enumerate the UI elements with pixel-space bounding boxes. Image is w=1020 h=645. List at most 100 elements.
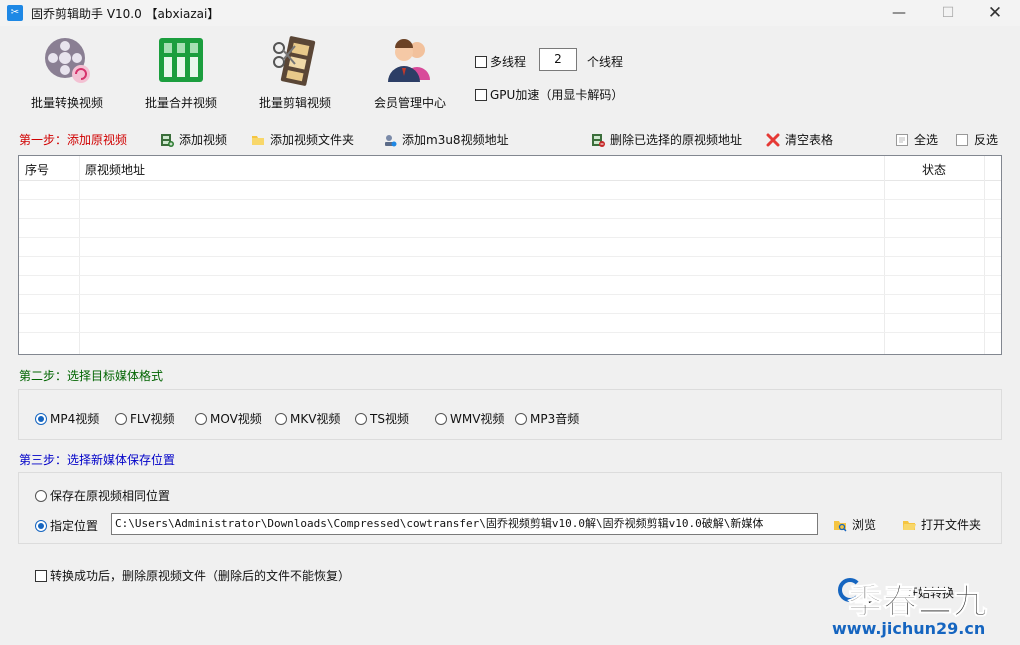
- add-video-icon: [160, 133, 174, 147]
- users-icon: [384, 34, 436, 86]
- app-logo-icon: ✂: [7, 5, 23, 21]
- table-row: [19, 332, 1001, 333]
- folder-add-icon: [251, 133, 265, 147]
- step2-label: 第二步：选择目标媒体格式: [19, 369, 164, 383]
- table-row: [19, 313, 1001, 314]
- open-folder-icon: [902, 518, 916, 532]
- page-icon: [895, 133, 909, 147]
- maximize-button[interactable]: ☐: [925, 0, 971, 26]
- format-mkv-radio[interactable]: [275, 412, 287, 425]
- delete-after-checkbox[interactable]: [35, 569, 47, 582]
- format-ts-option[interactable]: TS视频: [355, 410, 409, 427]
- table-row: [19, 294, 1001, 295]
- blank-page-icon: [955, 133, 969, 147]
- browse-folder-icon: [833, 518, 847, 532]
- format-wmv-label: WMV视频: [450, 412, 505, 426]
- minimize-button[interactable]: —: [876, 0, 922, 26]
- watermark-text: 季春二九: [848, 582, 988, 623]
- format-wmv-radio[interactable]: [435, 412, 447, 425]
- multithread-label: 多线程: [490, 55, 527, 69]
- format-mkv-label: MKV视频: [290, 412, 341, 426]
- table-header: 序号 原视频地址 状态: [19, 156, 1001, 181]
- film-strip-scissors-icon: [269, 34, 321, 86]
- invert-select-label: 反选: [974, 133, 999, 147]
- gpu-option[interactable]: GPU加速（用显卡解码）: [475, 86, 623, 103]
- batch-convert-button[interactable]: 批量转换视频: [12, 34, 122, 111]
- close-button[interactable]: ✕: [972, 0, 1018, 26]
- open-folder-label: 打开文件夹: [921, 518, 982, 532]
- delete-selected-button[interactable]: 删除已选择的原视频地址: [591, 131, 742, 148]
- column-status: 状态: [922, 163, 947, 177]
- merge-columns-icon: [155, 34, 207, 86]
- table-row: [19, 256, 1001, 257]
- format-mp3-label: MP3音频: [530, 412, 580, 426]
- add-m3u8-label: 添加m3u8视频地址: [402, 133, 509, 147]
- watermark-url: www.jichun29.cn: [832, 619, 986, 638]
- member-center-label: 会员管理中心: [373, 96, 446, 110]
- delete-selected-label: 删除已选择的原视频地址: [610, 133, 743, 147]
- specify-location-label: 指定位置: [50, 519, 99, 533]
- select-all-button[interactable]: 全选: [895, 131, 938, 148]
- specify-location-radio[interactable]: [35, 519, 47, 532]
- column-divider: [984, 156, 985, 354]
- add-m3u8-button[interactable]: 添加m3u8视频地址: [383, 131, 509, 148]
- batch-convert-label: 批量转换视频: [30, 96, 103, 110]
- delete-video-icon: [591, 133, 605, 147]
- format-ts-label: TS视频: [370, 412, 409, 426]
- film-reel-convert-icon: [41, 34, 93, 86]
- column-index: 序号: [25, 163, 50, 177]
- format-ts-radio[interactable]: [355, 412, 367, 425]
- add-folder-button[interactable]: 添加视频文件夹: [251, 131, 354, 148]
- format-mkv-option[interactable]: MKV视频: [275, 410, 340, 427]
- save-path-input[interactable]: C:\Users\Administrator\Downloads\Compres…: [111, 513, 818, 535]
- format-mov-option[interactable]: MOV视频: [195, 410, 262, 427]
- video-table[interactable]: 序号 原视频地址 状态: [18, 155, 1002, 355]
- close-x-icon: [766, 133, 780, 147]
- multithread-checkbox[interactable]: [475, 55, 487, 68]
- window-title: 固乔剪辑助手 V10.0 【abxiazai】: [31, 6, 220, 21]
- open-folder-button[interactable]: 打开文件夹: [902, 516, 981, 533]
- thread-count-input[interactable]: 2: [539, 48, 577, 71]
- batch-merge-button[interactable]: 批量合并视频: [126, 34, 236, 111]
- invert-select-button[interactable]: 反选: [955, 131, 998, 148]
- format-mov-radio[interactable]: [195, 412, 207, 425]
- member-center-button[interactable]: 会员管理中心: [355, 34, 465, 111]
- column-divider: [79, 156, 80, 354]
- add-folder-label: 添加视频文件夹: [270, 133, 355, 147]
- step1-label: 第一步：添加原视频: [19, 133, 128, 147]
- clear-table-button[interactable]: 清空表格: [766, 131, 833, 148]
- format-mp4-label: MP4视频: [50, 412, 100, 426]
- same-location-label: 保存在原视频相同位置: [50, 489, 171, 503]
- format-mp3-radio[interactable]: [515, 412, 527, 425]
- same-location-option[interactable]: 保存在原视频相同位置: [35, 487, 170, 504]
- format-flv-radio[interactable]: [115, 412, 127, 425]
- multithread-option[interactable]: 多线程: [475, 53, 526, 70]
- same-location-radio[interactable]: [35, 489, 47, 502]
- step3-label: 第三步：选择新媒体保存位置: [19, 453, 176, 467]
- network-user-icon: [383, 133, 397, 147]
- table-row: [19, 199, 1001, 200]
- batch-cut-button[interactable]: 批量剪辑视频: [240, 34, 350, 111]
- thread-unit-label: 个线程: [587, 55, 624, 69]
- table-row: [19, 237, 1001, 238]
- specify-location-option[interactable]: 指定位置: [35, 517, 98, 534]
- clear-table-label: 清空表格: [785, 133, 834, 147]
- browse-button[interactable]: 浏览: [833, 516, 876, 533]
- table-row: [19, 218, 1001, 219]
- format-mp4-radio[interactable]: [35, 412, 47, 425]
- column-source-path: 原视频地址: [85, 163, 146, 177]
- gpu-checkbox[interactable]: [475, 88, 487, 101]
- gpu-label: GPU加速（用显卡解码）: [490, 88, 624, 102]
- format-mp4-option[interactable]: MP4视频: [35, 410, 99, 427]
- format-wmv-option[interactable]: WMV视频: [435, 410, 504, 427]
- delete-after-option[interactable]: 转换成功后，删除原视频文件（删除后的文件不能恢复）: [35, 567, 350, 584]
- column-divider: [884, 156, 885, 354]
- format-flv-option[interactable]: FLV视频: [115, 410, 174, 427]
- format-mp3-option[interactable]: MP3音频: [515, 410, 579, 427]
- table-row: [19, 275, 1001, 276]
- format-flv-label: FLV视频: [130, 412, 175, 426]
- batch-cut-label: 批量剪辑视频: [258, 96, 331, 110]
- delete-after-label: 转换成功后，删除原视频文件（删除后的文件不能恢复）: [50, 569, 351, 583]
- format-mov-label: MOV视频: [210, 412, 262, 426]
- add-video-button[interactable]: 添加视频: [160, 131, 227, 148]
